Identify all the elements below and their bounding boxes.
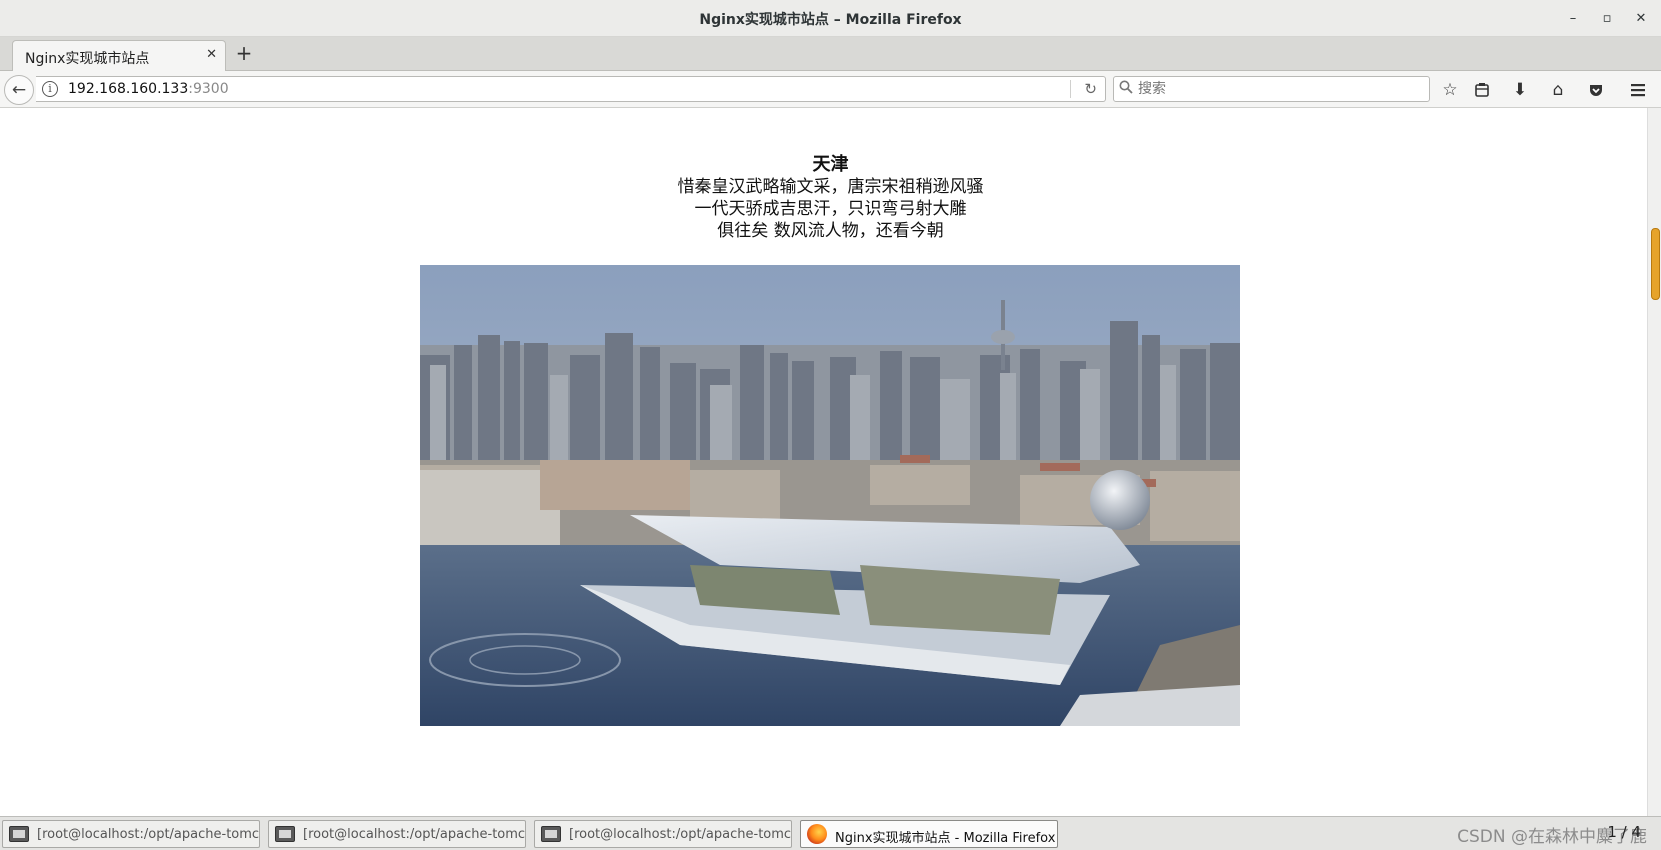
poem-line: 一代天骄成吉思汗，只识弯弓射大雕: [694, 199, 967, 219]
taskbar-item-terminal[interactable]: [root@localhost:/opt/apache-tomca…: [2, 820, 260, 848]
city-photo: [420, 265, 1240, 726]
taskbar-item-label: [root@localhost:/opt/apache-tomca…: [303, 827, 526, 842]
site-info-icon[interactable]: i: [42, 81, 58, 97]
taskbar: [root@localhost:/opt/apache-tomca… [root…: [0, 816, 1661, 850]
taskbar-item-label: Nginx实现城市站点 - Mozilla Firefox: [835, 831, 1056, 846]
window-title: Nginx实现城市站点 – Mozilla Firefox: [699, 12, 962, 28]
navigation-bar: ← i 192.168.160.133:9300 ↻ ☆ ⬇ ⌂: [0, 71, 1661, 108]
taskbar-item-label: [root@localhost:/opt/apache-tomca…: [569, 827, 792, 842]
taskbar-item-firefox[interactable]: Nginx实现城市站点 - Mozilla Firefox: [800, 820, 1058, 848]
taskbar-item-terminal[interactable]: [root@localhost:/opt/apache-tomca…: [268, 820, 526, 848]
reading-list-icon[interactable]: [1469, 77, 1495, 103]
tab-nginx-city-site[interactable]: Nginx实现城市站点 ✕: [12, 40, 226, 72]
poem-block: 天津 惜秦皇汉武略输文采，唐宗宋祖稍逊风骚 一代天骄成吉思汗，只识弯弓射大雕 俱…: [0, 154, 1661, 242]
terminal-icon: [9, 826, 29, 842]
workspace-pager[interactable]: 1 / 4: [1607, 823, 1641, 841]
city-heading: 天津: [812, 154, 849, 175]
home-icon[interactable]: ⌂: [1545, 77, 1571, 103]
url-bar[interactable]: i 192.168.160.133:9300 ↻: [36, 76, 1106, 102]
url-divider: [1070, 80, 1071, 98]
scrollbar-thumb[interactable]: [1651, 228, 1660, 300]
bookmark-star-icon[interactable]: ☆: [1437, 77, 1463, 103]
reload-icon[interactable]: ↻: [1084, 80, 1097, 98]
tab-strip: Nginx实现城市站点 ✕ +: [0, 37, 1661, 72]
search-bar[interactable]: [1113, 76, 1430, 102]
back-button[interactable]: ←: [4, 75, 34, 105]
open-menu-icon[interactable]: [1625, 77, 1651, 103]
taskbar-item-terminal[interactable]: [root@localhost:/opt/apache-tomca…: [534, 820, 792, 848]
maximize-button[interactable]: ▫: [1596, 8, 1618, 30]
poem-line: 惜秦皇汉武略输文采，唐宗宋祖稍逊风骚: [677, 177, 984, 197]
taskbar-item-label: [root@localhost:/opt/apache-tomca…: [37, 827, 260, 842]
tab-title: Nginx实现城市站点: [25, 51, 150, 67]
firefox-icon: [807, 824, 827, 844]
search-icon: [1119, 80, 1133, 98]
poem-line: 俱往矣 数风流人物，还看今朝: [717, 221, 944, 241]
tab-close-icon[interactable]: ✕: [206, 47, 217, 62]
url-port: :9300: [188, 81, 229, 97]
url-host: 192.168.160.133: [68, 81, 189, 97]
close-window-button[interactable]: ✕: [1630, 8, 1652, 30]
minimize-button[interactable]: –: [1562, 8, 1584, 30]
window-titlebar: Nginx实现城市站点 – Mozilla Firefox – ▫ ✕: [0, 0, 1661, 37]
downloads-icon[interactable]: ⬇: [1507, 77, 1533, 103]
terminal-icon: [275, 826, 295, 842]
page-scrollbar[interactable]: [1647, 108, 1661, 816]
pocket-icon[interactable]: [1583, 77, 1609, 103]
new-tab-button[interactable]: +: [232, 41, 256, 65]
screen: Nginx实现城市站点 – Mozilla Firefox – ▫ ✕ Ngin…: [0, 0, 1661, 850]
terminal-icon: [541, 826, 561, 842]
page-content: 天津 惜秦皇汉武略输文采，唐宗宋祖稍逊风骚 一代天骄成吉思汗，只识弯弓射大雕 俱…: [0, 108, 1661, 816]
search-input[interactable]: [1138, 79, 1418, 99]
url-text[interactable]: 192.168.160.133:9300: [68, 81, 229, 97]
